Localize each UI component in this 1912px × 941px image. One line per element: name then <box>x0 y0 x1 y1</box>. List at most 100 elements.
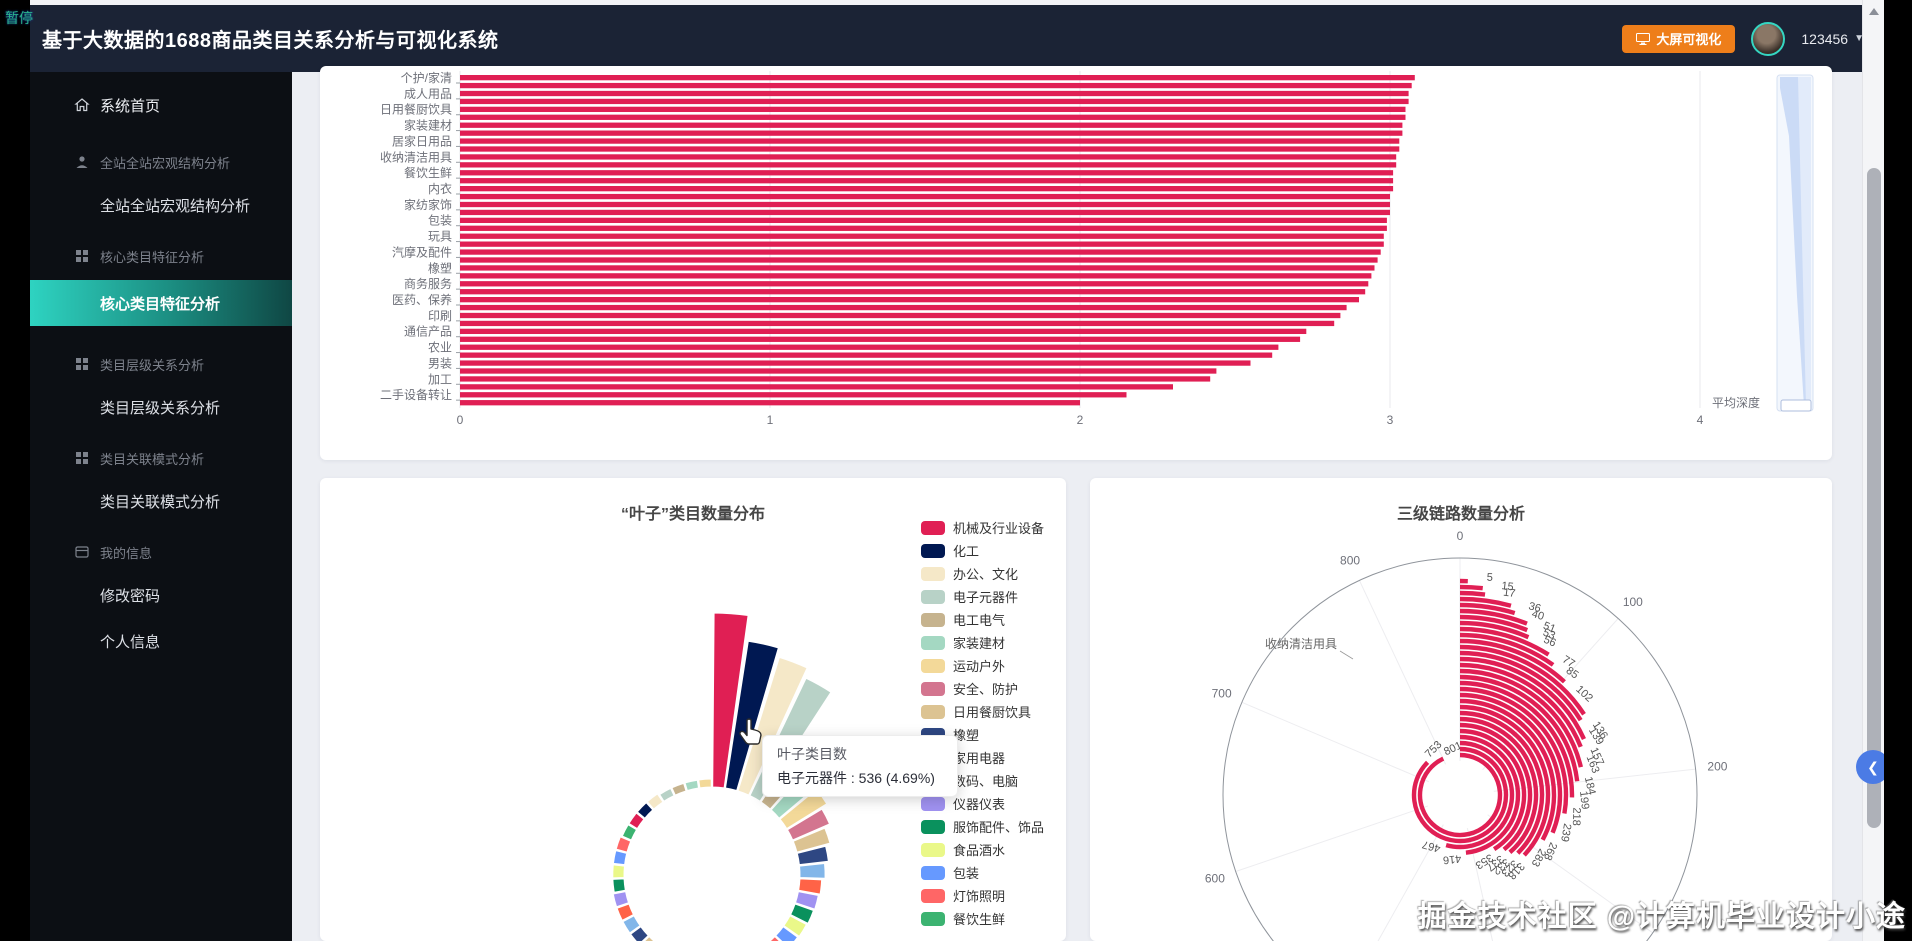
three-level-link-polar-chart[interactable]: 0100200300400500600700800801753467416353… <box>1090 478 1832 941</box>
bar-row[interactable] <box>460 304 1347 311</box>
datazoom-slider[interactable] <box>1776 74 1814 412</box>
bar-row[interactable] <box>460 233 1384 239</box>
legend-item-2[interactable]: 办公、文化 <box>921 562 1044 585</box>
avatar[interactable] <box>1751 21 1786 56</box>
sidebar-item-4[interactable]: 核心类目特征分析 <box>30 280 292 326</box>
legend-label: 日用餐厨饮具 <box>953 705 1032 720</box>
bar-row[interactable] <box>460 273 1372 279</box>
bar-row[interactable] <box>460 75 1415 81</box>
bar-row[interactable] <box>460 249 1381 255</box>
bar-row[interactable] <box>460 122 1403 128</box>
bar-row[interactable] <box>460 138 1400 144</box>
bar-row[interactable] <box>460 368 1217 374</box>
bar-row[interactable] <box>460 170 1394 176</box>
legend-item-4[interactable]: 电工电气 <box>921 608 1044 631</box>
bar-row[interactable] <box>460 154 1397 160</box>
legend-label: 包装 <box>953 866 980 881</box>
bar-row[interactable] <box>460 328 1307 335</box>
bar-category-label: 医药、保养 <box>392 292 452 307</box>
legend-item-14[interactable]: 食品酒水 <box>921 838 1044 861</box>
bar-row[interactable] <box>460 90 1409 97</box>
bar-row[interactable] <box>460 146 1400 152</box>
bar-row[interactable] <box>460 344 1279 350</box>
rose-slice[interactable] <box>684 779 700 792</box>
bar-row[interactable] <box>460 400 1080 406</box>
bar-row[interactable] <box>460 241 1384 247</box>
avg-depth-bar-chart[interactable]: 0 1 2 3 4 个护/家清成人用品日用餐厨饮具家装建材居家日用品收纳清洁用具餐饮生鲜内… <box>320 66 1832 460</box>
monitor-icon <box>1636 32 1651 45</box>
sidebar-item-8[interactable]: 类目关联模式分析 <box>30 488 292 514</box>
bar-row[interactable] <box>460 289 1366 295</box>
bar-row[interactable] <box>460 201 1390 208</box>
bar-row[interactable] <box>460 82 1412 89</box>
bar-row[interactable] <box>460 312 1341 319</box>
rose-slice[interactable] <box>798 878 823 895</box>
rose-slice[interactable] <box>612 850 628 866</box>
bar-row[interactable] <box>460 320 1335 327</box>
legend-item-15[interactable]: 包装 <box>921 861 1044 884</box>
scrollbar-thumb[interactable] <box>1867 168 1881 828</box>
bar-row[interactable] <box>460 217 1387 224</box>
bar-row[interactable] <box>460 106 1406 113</box>
bar-row[interactable] <box>460 257 1378 263</box>
sidebar-section-1: 全站全站宏观结构分析 <box>30 152 292 172</box>
sidebar-item-10[interactable]: 修改密码 <box>30 582 292 608</box>
screen: 基于大数据的1688商品类目关系分析与可视化系统 大屏可视化 123456 ▼ … <box>0 0 1912 941</box>
tooltip-value: 电子元器件 : 536 (4.69%) <box>777 770 935 786</box>
sidebar-item-11[interactable]: 个人信息 <box>30 628 292 654</box>
bar-row[interactable] <box>460 225 1387 231</box>
bar-row[interactable] <box>460 265 1375 271</box>
bar-row[interactable] <box>460 352 1273 358</box>
user-menu[interactable]: 123456 ▼ <box>1801 31 1864 47</box>
legend-item-5[interactable]: 家装建材 <box>921 631 1044 654</box>
bar-row[interactable] <box>460 114 1406 120</box>
tooltip-series: 叶子类目数 <box>777 746 847 762</box>
rose-slice[interactable] <box>659 787 675 802</box>
bar-row[interactable] <box>460 392 1127 398</box>
leaf-category-rose-chart-card: “叶子”类目数量分布 机械及行业设备 化工 办公、文化 电子元器件 电工电气 家装建材 运动… <box>320 478 1066 941</box>
bar-row[interactable] <box>460 193 1390 200</box>
legend-item-3[interactable]: 电子元器件 <box>921 585 1044 608</box>
big-screen-button[interactable]: 大屏可视化 <box>1622 24 1736 53</box>
bar-row[interactable] <box>460 336 1301 342</box>
bar-row[interactable] <box>460 162 1397 168</box>
rose-slice[interactable] <box>698 778 712 789</box>
bar-row[interactable] <box>460 186 1394 192</box>
legend-item-0[interactable]: 机械及行业设备 <box>921 516 1044 539</box>
sidebar-item-2[interactable]: 全站全站宏观结构分析 <box>30 192 292 218</box>
legend-swatch <box>921 842 945 857</box>
legend-item-7[interactable]: 安全、防护 <box>921 677 1044 700</box>
legend-item-8[interactable]: 日用餐厨饮具 <box>921 700 1044 723</box>
polar-arc-bar[interactable] <box>1459 584 1483 591</box>
rose-slice[interactable] <box>612 878 626 893</box>
legend-item-6[interactable]: 运动户外 <box>921 654 1044 677</box>
legend-label: 电子元器件 <box>953 590 1019 605</box>
bar-row[interactable] <box>460 360 1251 366</box>
legend-item-16[interactable]: 灯饰照明 <box>921 884 1044 907</box>
rose-slice[interactable] <box>612 864 626 879</box>
bar-row[interactable] <box>460 178 1394 184</box>
bar-category-label: 通信产品 <box>404 325 452 339</box>
bar-category-label: 玩具 <box>428 230 452 244</box>
rose-slice[interactable] <box>612 891 630 908</box>
polar-arc-bar[interactable] <box>1459 590 1486 597</box>
browser-scrollbar[interactable] <box>1862 0 1884 941</box>
bar-row[interactable] <box>460 297 1359 303</box>
bar-row[interactable] <box>460 209 1390 216</box>
rose-slice[interactable] <box>671 782 687 796</box>
legend-item-1[interactable]: 化工 <box>921 539 1044 562</box>
bar-row[interactable] <box>460 281 1369 287</box>
legend-item-13[interactable]: 服饰配件、饰品 <box>921 815 1044 838</box>
bar-row[interactable] <box>460 384 1173 390</box>
datazoom-handle[interactable] <box>1780 399 1812 412</box>
grid-icon <box>74 248 90 264</box>
sidebar-item-6[interactable]: 类目层级关系分析 <box>30 394 292 420</box>
bar-row[interactable] <box>460 98 1409 105</box>
scroll-up-arrow-icon[interactable] <box>1869 8 1879 15</box>
legend-item-17[interactable]: 餐饮生鲜 <box>921 907 1044 930</box>
rose-slice[interactable] <box>798 862 826 879</box>
sidebar-item-0[interactable]: 系统首页 <box>30 86 292 124</box>
bar-category-label: 成人用品 <box>404 87 452 101</box>
bar-row[interactable] <box>460 376 1211 382</box>
bar-row[interactable] <box>460 130 1403 136</box>
